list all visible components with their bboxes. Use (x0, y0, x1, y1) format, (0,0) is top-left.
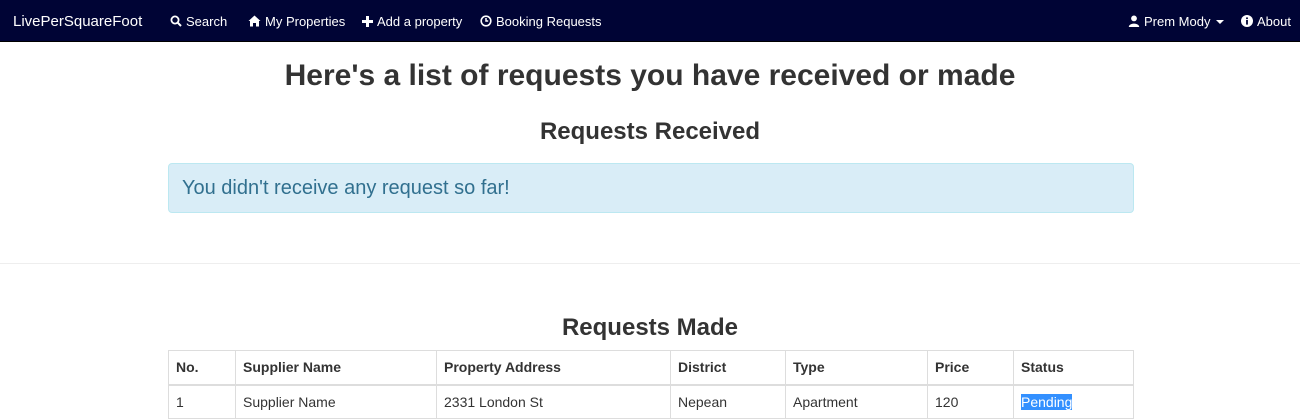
clock-icon (480, 15, 492, 27)
nav-booking-requests[interactable]: Booking Requests (480, 0, 602, 42)
nav-add-property[interactable]: Add a property (362, 0, 462, 42)
cell-price: 120 (927, 384, 1014, 419)
column-header-price: Price (927, 350, 1014, 386)
column-header-supplier: Supplier Name (235, 350, 437, 386)
page-title: Here's a list of requests you have recei… (284, 59, 1016, 92)
brand-link[interactable]: LivePerSquareFoot (13, 0, 142, 42)
no-requests-alert-text: You didn't receive any request so far! (182, 176, 510, 199)
column-header-type: Type (785, 350, 928, 386)
requests-received-title: Requests Received (539, 118, 761, 145)
nav-search[interactable]: Search (170, 0, 227, 42)
search-icon (170, 15, 182, 27)
nav-my-properties-label: My Properties (265, 13, 346, 29)
user-menu[interactable]: Prem Mody (1128, 0, 1225, 42)
section-divider (0, 263, 1300, 264)
nav-about[interactable]: About (1241, 0, 1291, 42)
nav-booking-requests-label: Booking Requests (496, 13, 602, 29)
column-header-no: No. (168, 350, 236, 386)
nav-search-label: Search (186, 13, 228, 29)
table-header-row: No. Supplier Name Property Address Distr… (168, 350, 1134, 386)
user-menu-label: Prem Mody (1144, 13, 1211, 29)
cell-district: Nepean (670, 384, 786, 419)
requests-made-table: No. Supplier Name Property Address Distr… (168, 350, 1134, 419)
column-header-address: Property Address (436, 350, 671, 386)
cell-type: Apartment (785, 384, 928, 419)
cell-address: 2331 London St (436, 384, 671, 419)
column-header-status: Status (1013, 350, 1134, 386)
home-icon (248, 15, 261, 27)
no-requests-alert: You didn't receive any request so far! (168, 163, 1134, 213)
user-icon (1128, 15, 1140, 27)
nav-add-property-label: Add a property (377, 13, 463, 29)
chevron-down-icon (1216, 20, 1225, 24)
table-row: 1 Supplier Name 2331 London St Nepean Ap… (168, 384, 1134, 419)
cell-status: Pending (1013, 384, 1134, 419)
requests-made-title: Requests Made (561, 314, 739, 341)
info-icon (1241, 15, 1253, 27)
top-navbar: LivePerSquareFoot Search My Properties A… (0, 0, 1300, 42)
cell-no: 1 (168, 384, 236, 419)
nav-my-properties[interactable]: My Properties (248, 0, 345, 42)
status-text: Pending (1021, 393, 1073, 410)
cell-supplier: Supplier Name (235, 384, 437, 419)
column-header-district: District (670, 350, 786, 386)
nav-about-label: About (1257, 13, 1291, 29)
plus-icon (362, 15, 373, 27)
